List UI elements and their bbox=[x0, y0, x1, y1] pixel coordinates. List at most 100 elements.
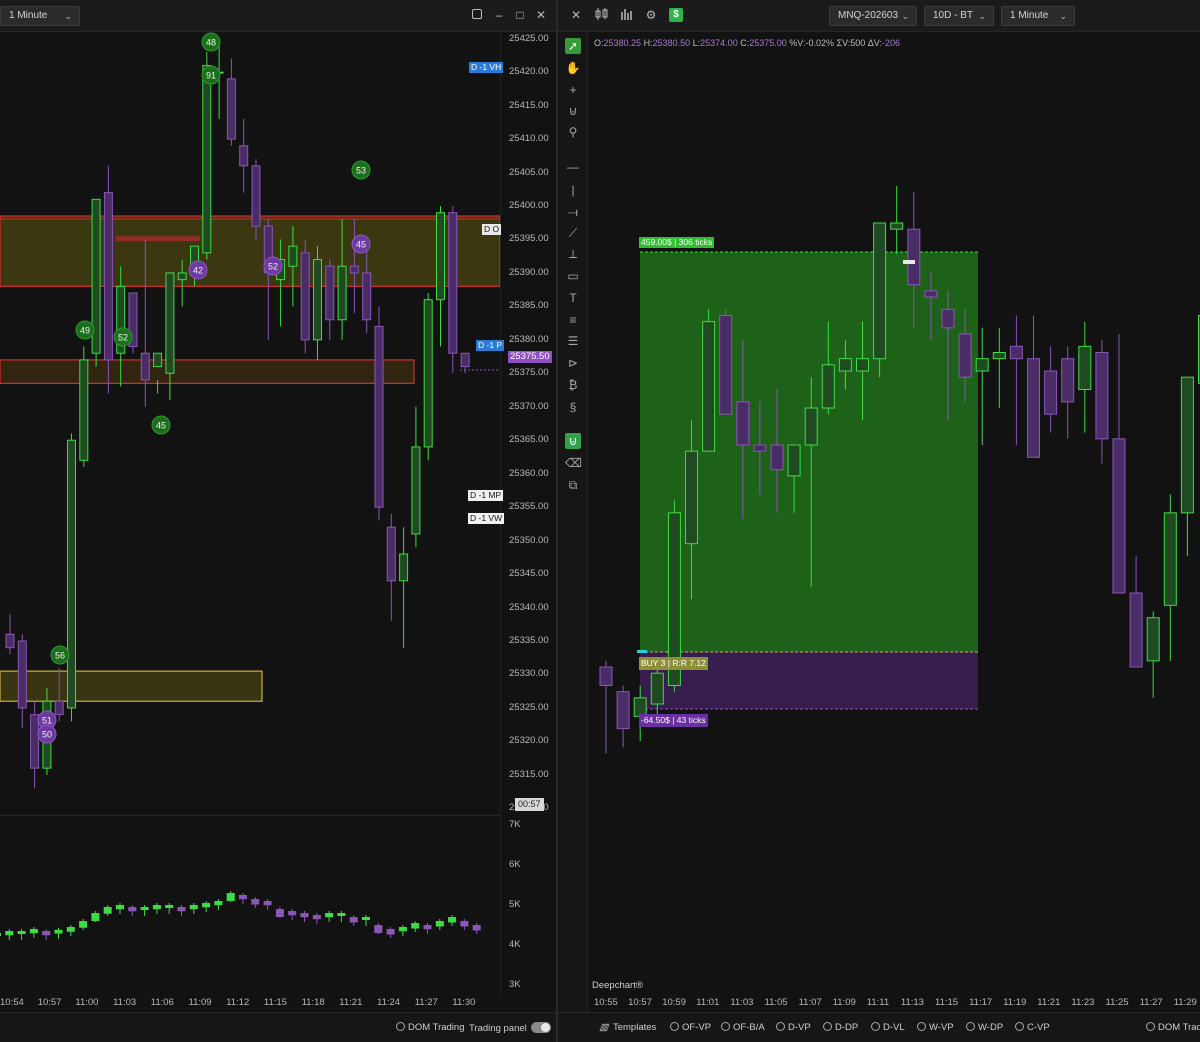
magnet-active-icon[interactable]: ⊍ bbox=[565, 433, 581, 449]
left-time-axis[interactable]: 10:54 10:57 11:00 11:03 11:06 11:09 11:12 11:15… bbox=[0, 995, 500, 1012]
right-timeframe-dropdown[interactable]: 1 Minute ⌄ bbox=[1001, 6, 1075, 26]
level-tag-vh: D -1 VH bbox=[469, 62, 504, 73]
rectangle-icon[interactable]: ▭ bbox=[565, 268, 581, 284]
short-position-icon[interactable]: § bbox=[565, 399, 581, 415]
time-tick-label: 11:11 bbox=[866, 997, 890, 1008]
right-time-axis[interactable]: 10:55 10:57 10:59 11:01 11:03 11:05 11:07 11:09… bbox=[589, 995, 1200, 1012]
level-tag-vw: D -1 VW bbox=[468, 513, 505, 524]
bubble-number: 91 bbox=[206, 71, 216, 81]
profile-w-dp[interactable]: W-DP bbox=[966, 1022, 1003, 1033]
price-tick-label: 25335.00 bbox=[509, 635, 549, 646]
supply-zone bbox=[0, 215, 500, 287]
volume-bar bbox=[472, 925, 481, 931]
candle-body bbox=[386, 526, 396, 582]
volume-bar bbox=[300, 913, 309, 918]
time-tick-label: 11:01 bbox=[696, 997, 720, 1008]
cursor-arrow-icon[interactable]: ➚ bbox=[565, 38, 581, 54]
chevron-down-icon: ⌄ bbox=[1059, 11, 1067, 21]
left-volume-chart[interactable] bbox=[0, 815, 500, 995]
bubble-number: 48 bbox=[206, 38, 216, 48]
profile-c-vp[interactable]: C-VP bbox=[1015, 1022, 1050, 1033]
eraser-icon[interactable]: ⌫ bbox=[565, 455, 582, 471]
layers-icon[interactable]: ⧉ bbox=[565, 477, 581, 493]
minimize-window-button[interactable]: – bbox=[492, 8, 506, 22]
vertical-line-icon[interactable]: | bbox=[565, 182, 581, 198]
timeframe-label: 1 Minute bbox=[9, 10, 48, 21]
text-tool-icon[interactable]: T bbox=[565, 290, 581, 306]
indicators-icon[interactable] bbox=[619, 8, 635, 22]
hand-pan-icon[interactable]: ✋ bbox=[565, 60, 581, 76]
candle-body bbox=[821, 364, 835, 409]
ohlc-readout: O:25380.25 H:25380.50 L:25374.00 C:25375… bbox=[594, 38, 900, 48]
ray-icon[interactable]: ⟞ bbox=[565, 204, 581, 220]
fib-icon[interactable]: ☰ bbox=[565, 333, 581, 349]
profile-d-vp[interactable]: D-VP bbox=[776, 1022, 811, 1033]
price-tick-label: 25340.00 bbox=[509, 601, 549, 613]
candle-body bbox=[30, 714, 40, 769]
bar-countdown-timer: 00:57 bbox=[515, 798, 544, 811]
volume-bar bbox=[165, 905, 174, 908]
candle-body bbox=[17, 640, 27, 709]
bubble-number: 50 bbox=[42, 730, 52, 740]
left-price-axis[interactable]: 25425.00 25420.00 25415.00 25410.00 25405.00… bbox=[500, 32, 556, 815]
dom-trading-radio[interactable]: DOM Trading bbox=[396, 1022, 465, 1033]
radio-icon bbox=[871, 1022, 880, 1031]
right-dom-trading-radio[interactable]: DOM Tradi bbox=[1146, 1022, 1200, 1033]
volume-bar bbox=[337, 913, 346, 916]
left-price-chart[interactable]: 48 91 53 45 42 52 49 52 45 56 51 50 bbox=[0, 32, 500, 815]
trading-dollar-icon[interactable]: $ bbox=[669, 8, 683, 22]
profile-d-vl[interactable]: D-VL bbox=[871, 1022, 905, 1033]
candle-type-icon[interactable] bbox=[594, 8, 610, 22]
restore-window-icon[interactable] bbox=[470, 8, 484, 22]
left-toolbar: 1 Minute ⌄ – □ ✕ bbox=[0, 0, 556, 32]
high-value: 25380.50 bbox=[652, 38, 691, 48]
symbol-label: MNQ-202603 bbox=[838, 10, 899, 21]
data-range-dropdown[interactable]: 10D - BT ⌄ bbox=[924, 6, 994, 26]
candle-body bbox=[313, 259, 322, 341]
volume-bar bbox=[152, 905, 161, 910]
chevron-down-icon: ⌄ bbox=[901, 11, 909, 21]
entry-marker bbox=[637, 650, 647, 653]
bubble-number: 51 bbox=[42, 716, 52, 726]
horizontal-line-icon[interactable]: — bbox=[565, 159, 581, 175]
ruler-icon[interactable]: ⟂ bbox=[565, 246, 581, 262]
timeframe-dropdown[interactable]: 1 Minute ⌄ bbox=[0, 6, 80, 26]
profile-of-vp[interactable]: OF-VP bbox=[670, 1022, 711, 1033]
brush-icon[interactable]: ⊳ bbox=[565, 355, 581, 371]
trading-panel-toggle[interactable]: Trading panel bbox=[469, 1022, 551, 1034]
time-tick-label: 11:12 bbox=[226, 997, 250, 1008]
maximize-window-button[interactable]: □ bbox=[513, 8, 527, 22]
candle-body bbox=[1112, 438, 1126, 594]
chevron-down-icon: ⌄ bbox=[978, 11, 986, 21]
close-window-button[interactable]: ✕ bbox=[534, 8, 548, 22]
crosshair-icon[interactable]: + bbox=[565, 82, 581, 98]
magnet-icon[interactable]: ⊍ bbox=[565, 103, 581, 119]
right-candlestick-svg bbox=[599, 186, 1200, 754]
trend-line-icon[interactable]: ⟋ bbox=[565, 225, 581, 241]
templates-button[interactable]: ▥ Templates bbox=[598, 1022, 656, 1033]
time-tick-label: 11:17 bbox=[969, 997, 993, 1008]
volume-bar bbox=[349, 917, 358, 923]
settings-gear-icon[interactable]: ⚙ bbox=[644, 8, 658, 22]
symbol-dropdown[interactable]: MNQ-202603 ⌄ bbox=[829, 6, 917, 26]
candle-body bbox=[460, 352, 470, 368]
list-icon[interactable]: ≡ bbox=[565, 312, 581, 328]
time-tick-label: 10:54 bbox=[0, 997, 24, 1008]
volume-tick-label: 7K bbox=[509, 819, 521, 830]
volume-bar bbox=[374, 925, 383, 933]
time-tick-label: 11:09 bbox=[188, 997, 212, 1008]
profile-d-dp[interactable]: D-DP bbox=[823, 1022, 858, 1033]
profile-w-vp[interactable]: W-VP bbox=[917, 1022, 954, 1033]
long-position-icon[interactable]: ₿ bbox=[565, 377, 581, 393]
zoom-icon[interactable]: ⚲ bbox=[565, 124, 581, 140]
bubble-number: 49 bbox=[80, 326, 90, 336]
price-tick-label: 25390.00 bbox=[509, 266, 549, 278]
price-tick-label: 25395.00 bbox=[509, 233, 549, 245]
right-price-chart[interactable] bbox=[589, 52, 1200, 992]
volume-bar bbox=[411, 923, 420, 929]
right-timeframe-label: 1 Minute bbox=[1010, 10, 1049, 21]
profile-of-ba[interactable]: OF-B/A bbox=[721, 1022, 765, 1033]
bubble-number: 52 bbox=[268, 262, 278, 272]
price-tick-label: 25365.00 bbox=[509, 434, 549, 446]
close-chart-button[interactable]: ✕ bbox=[569, 8, 583, 22]
